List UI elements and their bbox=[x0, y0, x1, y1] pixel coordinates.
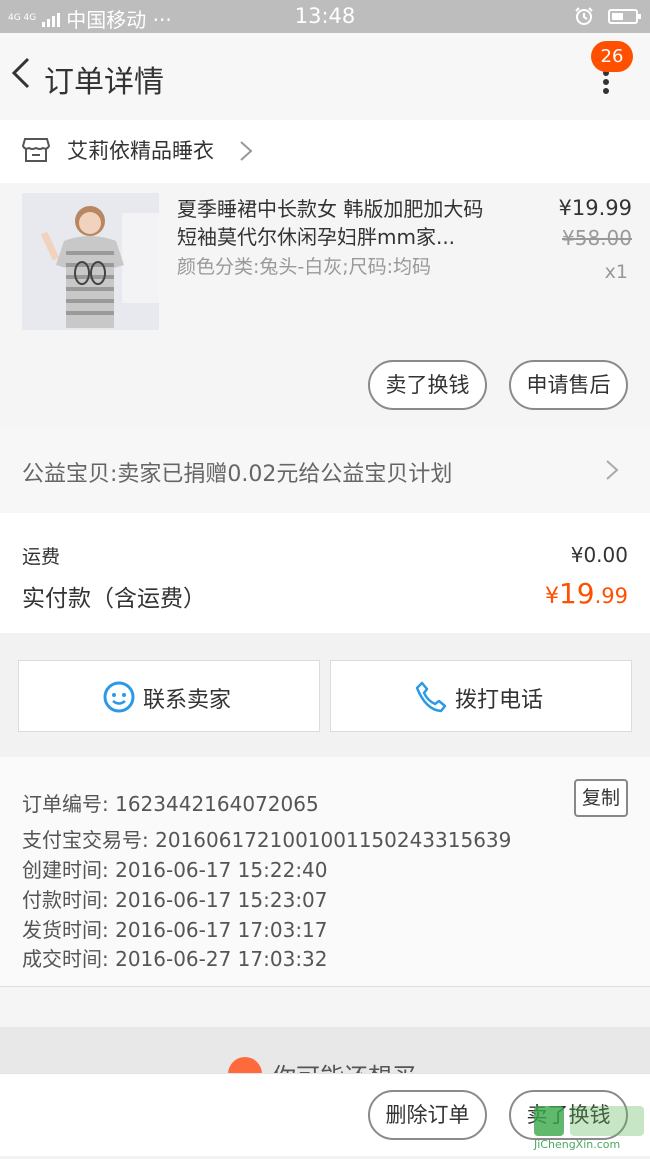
message-count-badge: 26 bbox=[591, 41, 633, 72]
sell-for-cash-button[interactable]: 卖了换钱 bbox=[368, 360, 487, 410]
recommend-header: 你可能还想买 bbox=[0, 1027, 650, 1077]
product-price: ¥19.99 bbox=[558, 196, 632, 220]
alipay-transaction-number: 支付宝交易号: 2016061721001001150243315639 bbox=[22, 828, 512, 852]
product-spec: 颜色分类:兔头-白灰;尺码:均码 bbox=[177, 256, 432, 278]
completion-time: 成交时间: 2016-06-27 17:03:32 bbox=[22, 947, 328, 971]
currency-symbol: ¥ bbox=[544, 584, 559, 609]
amount-paid-label: 实付款（含运费） bbox=[22, 586, 206, 612]
shop-name: 艾莉依精品睡衣 bbox=[67, 139, 214, 163]
call-phone-label: 拨打电话 bbox=[455, 688, 544, 713]
amount-paid-value: ¥19.99 bbox=[545, 577, 628, 610]
section-divider bbox=[0, 987, 650, 1027]
quantity: x1 bbox=[604, 261, 628, 283]
page-title: 订单详情 bbox=[44, 65, 164, 100]
original-price: ¥58.00 bbox=[562, 226, 632, 250]
amount-integer: 19 bbox=[558, 577, 595, 610]
charity-text: 公益宝贝:卖家已捐赠0.02元给公益宝贝计划 bbox=[22, 462, 453, 487]
copy-order-number-button[interactable]: 复制 bbox=[574, 779, 628, 817]
navigation-bar: 订单详情 26 bbox=[0, 33, 650, 120]
contact-section: 联系卖家 拨打电话 bbox=[0, 647, 650, 743]
amount-decimal: .99 bbox=[594, 584, 628, 608]
payment-summary: 运费 ¥0.00 实付款（含运费） ¥19.99 bbox=[0, 513, 650, 633]
order-number: 订单编号: 1623442164072065 bbox=[22, 792, 319, 816]
apply-after-sale-button[interactable]: 申请售后 bbox=[509, 360, 628, 410]
product-photo-illustration bbox=[22, 193, 159, 330]
contact-seller-button[interactable]: 联系卖家 bbox=[18, 660, 320, 732]
product-image[interactable] bbox=[22, 193, 159, 330]
phone-icon bbox=[415, 681, 447, 713]
chat-smile-icon bbox=[103, 681, 135, 713]
call-phone-button[interactable]: 拨打电话 bbox=[330, 660, 632, 732]
shipping-fee-value: ¥0.00 bbox=[570, 543, 628, 567]
status-right bbox=[574, 6, 641, 26]
contact-seller-label: 联系卖家 bbox=[143, 688, 232, 713]
order-info-section: 订单编号: 1623442164072065 复制 支付宝交易号: 201606… bbox=[0, 757, 650, 987]
clock: 13:48 bbox=[294, 4, 356, 28]
shipping-fee-label: 运费 bbox=[22, 546, 61, 568]
shop-row[interactable]: 艾莉依精品睡衣 bbox=[0, 120, 650, 183]
shipping-time: 发货时间: 2016-06-17 17:03:17 bbox=[22, 918, 328, 942]
payment-time: 付款时间: 2016-06-17 15:23:07 bbox=[22, 888, 328, 912]
store-icon bbox=[22, 138, 50, 162]
alarm-icon bbox=[575, 7, 593, 25]
site-watermark: JiChengXin.com bbox=[530, 1100, 650, 1155]
back-arrow-icon[interactable] bbox=[8, 53, 38, 93]
charity-row[interactable]: 公益宝贝:卖家已捐赠0.02元给公益宝贝计划 bbox=[0, 428, 650, 513]
created-time: 创建时间: 2016-06-17 15:22:40 bbox=[22, 858, 328, 882]
watermark-text: JiChengXin.com bbox=[534, 1138, 621, 1151]
product-title[interactable]: 夏季睡裙中长款女 韩版加肥加大码短袖莫代尔休闲孕妇胖mm家... bbox=[177, 195, 497, 251]
battery-icon bbox=[608, 8, 641, 24]
chevron-right-icon bbox=[606, 460, 619, 480]
status-bar: 4G 4G 中国移动 ··· 13:48 bbox=[0, 0, 650, 33]
delete-order-button[interactable]: 删除订单 bbox=[368, 1090, 487, 1140]
order-item-card[interactable]: 夏季睡裙中长款女 韩版加肥加大码短袖莫代尔休闲孕妇胖mm家... 颜色分类:兔头… bbox=[0, 183, 650, 428]
chevron-right-icon bbox=[240, 141, 253, 161]
